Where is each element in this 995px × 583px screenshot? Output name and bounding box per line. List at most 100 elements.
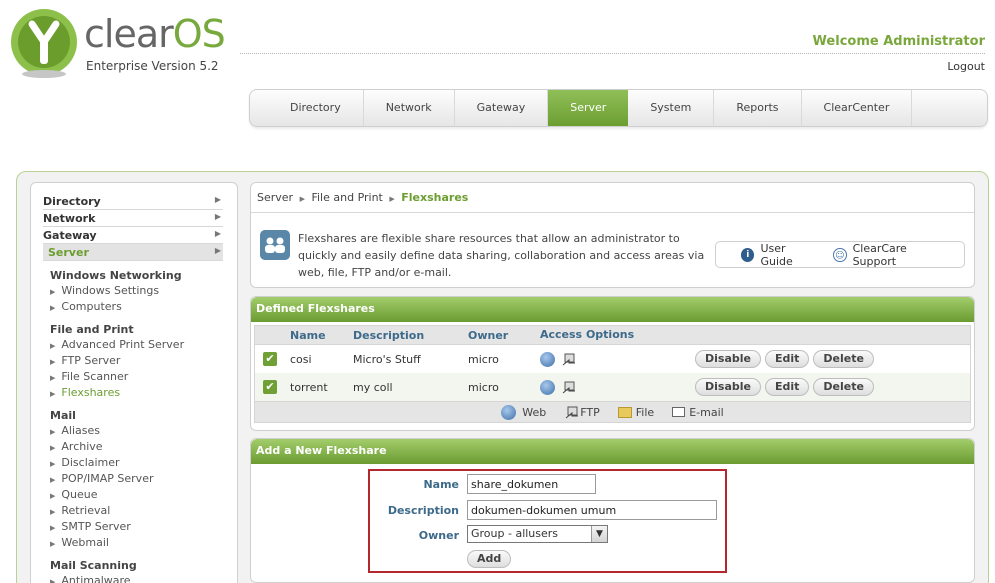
share-description: Micro's Stuff	[353, 352, 421, 366]
ftp-icon	[565, 406, 579, 418]
legend-file: File	[617, 406, 654, 419]
web-globe-icon	[501, 404, 517, 420]
sidebar-section-file-and-print: File and Print	[50, 323, 134, 336]
help-links: i User Guide ☺ ClearCare Support	[715, 241, 965, 268]
top-navigation: Directory Network Gateway Server System Repor…	[249, 89, 988, 127]
flexshare-icon	[260, 230, 290, 260]
clearcare-support-link[interactable]: ☺ ClearCare Support	[833, 242, 950, 268]
owner-select[interactable]: Group - allusers ▼	[467, 525, 608, 543]
arrow-right-icon: ▶	[50, 578, 56, 583]
clearos-logo	[11, 9, 77, 78]
sidebar-item-smtp-server[interactable]: ▶ SMTP Server	[50, 519, 223, 535]
sidebar-item-label: POP/IMAP Server	[61, 472, 154, 485]
mail-icon	[672, 407, 686, 417]
checkmark-icon: ✔	[263, 380, 277, 394]
sidebar-item-label: Server	[48, 246, 89, 259]
edit-button[interactable]: Edit	[764, 378, 810, 396]
sidebar-item-label: Retrieval	[61, 504, 111, 517]
welcome-text: Welcome Administrator	[812, 34, 985, 49]
sidebar-item-label: FTP Server	[61, 354, 121, 367]
sidebar-item-server[interactable]: Server ▶	[43, 244, 223, 261]
sidebar-item-pop-imap-server[interactable]: ▶ POP/IMAP Server	[50, 471, 223, 487]
sidebar-item-queue[interactable]: ▶ Queue	[50, 487, 223, 503]
sidebar-item-label: Network	[43, 212, 96, 225]
arrow-right-icon: ▶	[214, 195, 221, 204]
intro-text: Flexshares are flexible share resources …	[298, 232, 705, 279]
sidebar-item-flexshares[interactable]: ▶ Flexshares	[50, 385, 223, 401]
user-guide-label: User Guide	[760, 241, 793, 268]
ftp-icon	[562, 353, 575, 365]
defined-flexshares-panel: Defined Flexshares Name Description Owne…	[250, 296, 975, 431]
tab-directory[interactable]: Directory	[268, 90, 364, 126]
description-label: Description	[387, 504, 459, 517]
sidebar-item-directory[interactable]: Directory ▶	[43, 193, 223, 210]
arrow-right-icon: ▶	[50, 358, 56, 366]
edit-button[interactable]: Edit	[764, 350, 810, 368]
version-label: Enterprise Version 5.2	[86, 59, 219, 73]
arrow-right-icon: ▶	[50, 476, 56, 484]
logout-link[interactable]: Logout	[947, 60, 985, 73]
add-button[interactable]: Add	[467, 550, 512, 568]
sidebar-item-file-scanner[interactable]: ▶ File Scanner	[50, 369, 223, 385]
owner-select-value: Group - allusers	[471, 527, 559, 540]
sidebar-item-advanced-print-server[interactable]: ▶ Advanced Print Server	[50, 337, 223, 353]
name-input[interactable]	[467, 474, 596, 494]
support-person-icon: ☺	[833, 247, 847, 262]
arrow-right-icon: ▶	[214, 229, 221, 238]
tab-gateway[interactable]: Gateway	[455, 90, 549, 126]
sidebar-item-label: Queue	[61, 488, 98, 501]
table-row: ✔ cosi Micro's Stuff micro Disable Edit Delete	[254, 345, 971, 373]
share-description: my coll	[353, 380, 393, 394]
owner-label: Owner	[418, 529, 459, 542]
tab-server[interactable]: Server	[548, 90, 629, 126]
sidebar-item-label: Webmail	[61, 536, 109, 549]
web-globe-icon	[540, 379, 555, 395]
tab-reports[interactable]: Reports	[714, 90, 802, 126]
header-divider	[240, 53, 985, 54]
sidebar-item-label: Advanced Print Server	[61, 338, 185, 351]
sidebar-item-antimalware[interactable]: ▶ Antimalware	[50, 573, 223, 583]
sidebar-item-label: Antimalware	[61, 574, 131, 583]
arrow-right-icon: ▶	[50, 390, 56, 398]
chevron-down-icon[interactable]: ▼	[591, 526, 607, 542]
tab-system[interactable]: System	[628, 90, 715, 126]
delete-button[interactable]: Delete	[813, 350, 874, 368]
sidebar-item-label: Disclaimer	[61, 456, 120, 469]
breadcrumb-file-and-print[interactable]: File and Print	[311, 191, 382, 204]
arrow-right-icon: ▶	[50, 460, 56, 468]
user-guide-link[interactable]: i User Guide	[741, 242, 819, 268]
sidebar-item-network[interactable]: Network ▶	[43, 210, 223, 227]
add-flexshare-panel: Add a New Flexshare Name Description Own…	[250, 438, 975, 583]
name-label: Name	[423, 478, 459, 491]
breadcrumb-arrow-icon: ▶	[389, 195, 395, 203]
disable-button[interactable]: Disable	[695, 378, 761, 396]
tab-clearcenter[interactable]: ClearCenter	[802, 90, 913, 126]
sidebar-section-mail: Mail	[50, 409, 76, 422]
sidebar-item-aliases[interactable]: ▶ Aliases	[50, 423, 223, 439]
flexshares-table: Name Description Owner Access Options ✔ c…	[254, 325, 971, 423]
sidebar-item-disclaimer[interactable]: ▶ Disclaimer	[50, 455, 223, 471]
arrow-right-icon: ▶	[50, 374, 56, 382]
arrow-right-icon: ▶	[50, 428, 56, 436]
arrow-right-icon: ▶	[50, 444, 56, 452]
sidebar-item-retrieval[interactable]: ▶ Retrieval	[50, 503, 223, 519]
table-header: Name Description Owner Access Options	[254, 325, 971, 345]
sidebar-item-computers[interactable]: ▶ Computers	[50, 299, 223, 315]
description-input[interactable]	[467, 500, 717, 520]
table-row: ✔ torrent my coll micro Disable Edit Delete	[254, 373, 971, 401]
disable-button[interactable]: Disable	[695, 350, 761, 368]
tab-network[interactable]: Network	[364, 90, 455, 126]
sidebar-item-gateway[interactable]: Gateway ▶	[43, 227, 223, 244]
sidebar-item-webmail[interactable]: ▶ Webmail	[50, 535, 223, 551]
breadcrumb-server[interactable]: Server	[257, 191, 293, 204]
brand-name: clearOS	[84, 12, 226, 56]
legend-email: E-mail	[672, 406, 724, 419]
sidebar-item-archive[interactable]: ▶ Archive	[50, 439, 223, 455]
share-owner: micro	[468, 352, 499, 366]
checkmark-icon: ✔	[263, 352, 277, 366]
delete-button[interactable]: Delete	[813, 378, 874, 396]
sidebar-item-ftp-server[interactable]: ▶ FTP Server	[50, 353, 223, 369]
sidebar-item-label: Directory	[43, 195, 101, 208]
share-name: cosi	[290, 352, 312, 366]
sidebar-item-windows-settings[interactable]: ▶ Windows Settings	[50, 283, 223, 299]
